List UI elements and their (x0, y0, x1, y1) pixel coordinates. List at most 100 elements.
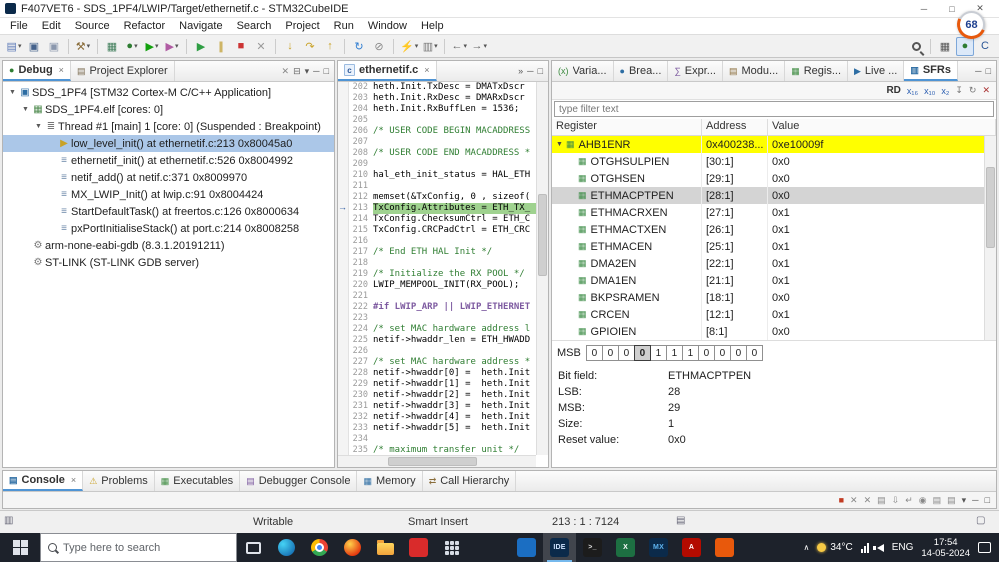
step-return-icon[interactable]: ↑ (321, 37, 339, 56)
tab-overflow-icon[interactable]: » (518, 66, 523, 76)
view-tab-regis[interactable]: ▦ Regis... (785, 61, 848, 81)
register-row-ahb1enr[interactable]: ▼ ▦ AHB1ENR 0x400238... 0xe10009f (552, 136, 996, 153)
menu-source[interactable]: Source (68, 19, 117, 33)
taskbar-search[interactable] (40, 533, 237, 562)
code-line[interactable]: 228 netif->hwaddr[0] = heth.Init (349, 368, 536, 379)
expander-icon[interactable]: ▼ (556, 141, 566, 148)
open-perspective-icon[interactable]: ▦ (936, 37, 954, 56)
register-row-otghsen[interactable]: ▦ OTGHSEN [29:1] 0x0 (552, 170, 996, 187)
close-tab-icon[interactable]: × (59, 65, 64, 75)
debug-tree-row[interactable]: ≡ netif_add() at netif.c:371 0x8009970 (3, 169, 334, 186)
remove-all-launches-icon[interactable]: ✕ (864, 495, 872, 506)
column-header-value[interactable]: Value (768, 119, 996, 135)
debug-perspective-icon[interactable]: ● (956, 36, 974, 56)
restart-icon[interactable]: ↻ (350, 37, 368, 56)
minimize-view-icon[interactable]: ─ (975, 66, 981, 76)
code-line[interactable]: 220 LWIP_MEMPOOL_INIT(RX_POOL); (349, 280, 536, 291)
code-line[interactable]: 235 /* maximum transfer unit */ (349, 445, 536, 455)
code-line[interactable]: 221 (349, 291, 536, 302)
terminate-console-icon[interactable]: ■ (839, 495, 844, 505)
coverage-icon[interactable]: ▥ ▾ (421, 37, 439, 56)
debug-tree-row[interactable]: ≡ pxPortInitialiseStack() at port.c:214 0… (3, 220, 334, 237)
code-line[interactable]: 213 TxConfig.Attributes = ETH_TX_ (349, 203, 536, 214)
taskbar-excel-icon[interactable]: X (609, 533, 642, 562)
console-tab-call-hierarchy[interactable]: ⇄ Call Hierarchy (423, 471, 517, 491)
register-row-ethmacrxen[interactable]: ▦ ETHMACRXEN [27:1] 0x1 (552, 204, 996, 221)
bit-cell[interactable]: 1 (665, 345, 683, 361)
close-tab-icon[interactable]: × (424, 65, 429, 75)
code-line[interactable]: 226 (349, 346, 536, 357)
taskbar-edge-icon[interactable] (270, 533, 303, 562)
expander-icon[interactable]: ▼ (33, 123, 44, 130)
debug-tree-row[interactable]: ≡ MX_LWIP_Init() at lwip.c:91 0x8004424 (3, 186, 334, 203)
network-icon[interactable] (860, 542, 869, 553)
debug-tree-row[interactable]: ▼ ▦ SDS_1PF4.elf [cores: 0] (3, 101, 334, 118)
code-line[interactable]: 219 /* Initialize the RX POOL */ (349, 269, 536, 280)
view-tab-modu[interactable]: ▤ Modu... (723, 61, 786, 81)
save-all-icon[interactable]: ▣ (45, 37, 63, 56)
code-line[interactable]: 234 (349, 434, 536, 445)
taskbar-firefox-icon[interactable] (336, 533, 369, 562)
maximize-view-icon[interactable]: □ (324, 66, 329, 76)
volume-icon[interactable] (872, 543, 884, 552)
open-console-icon[interactable]: ▤ (947, 495, 956, 506)
taskbar-terminal-icon[interactable]: >_ (576, 533, 609, 562)
debug-icon[interactable]: ● ▾ (123, 37, 141, 56)
scroll-lock-icon[interactable]: ⇩ (892, 495, 900, 506)
debug-tree-row[interactable]: ≡ ethernetif_init() at ethernetif.c:526 0… (3, 152, 334, 169)
register-row-dma1en[interactable]: ▦ DMA1EN [21:1] 0x1 (552, 272, 996, 289)
code-line[interactable]: 207 (349, 137, 536, 148)
disconnect-icon[interactable]: ✕ (252, 37, 270, 56)
taskbar-stm32cubeide-icon[interactable]: IDE (543, 533, 576, 562)
annotation-ruler[interactable]: → (338, 82, 349, 455)
taskbar-app-grid-icon[interactable] (435, 533, 468, 562)
debug-tab-project-explorer[interactable]: ▤ Project Explorer (71, 61, 175, 81)
taskbar-chrome-icon[interactable] (303, 533, 336, 562)
view-tab-brea[interactable]: ● Brea... (614, 61, 669, 81)
code-line[interactable]: 208 /* USER CODE END MACADDRESS * (349, 148, 536, 159)
code-line[interactable]: 216 (349, 236, 536, 247)
editor-vscrollbar[interactable] (536, 82, 548, 455)
new-wizard-icon[interactable]: ▤ ▾ (5, 37, 23, 56)
code-line[interactable]: 222 #if LWIP_ARP || LWIP_ETHERNET (349, 302, 536, 313)
display-selected-console-icon[interactable]: ▤ (933, 495, 942, 506)
collapse-all-icon[interactable]: ⊟ (293, 66, 301, 77)
menu-navigate[interactable]: Navigate (172, 19, 229, 33)
maximize-view-icon[interactable]: □ (986, 66, 991, 76)
view-tab-expr[interactable]: ∑ Expr... (668, 61, 723, 81)
bit-cell[interactable]: 0 (713, 345, 731, 361)
refresh-sfr-icon[interactable]: ↻ (969, 85, 977, 96)
skip-all-breakpoints-icon[interactable]: ⊘ (370, 37, 388, 56)
menu-project[interactable]: Project (278, 19, 326, 33)
code-line[interactable]: 209 (349, 159, 536, 170)
run-icon[interactable]: ▶ ▾ (143, 37, 161, 56)
console-tab-debugger-console[interactable]: ▤ Debugger Console (240, 471, 358, 491)
close-tab-icon[interactable]: × (71, 475, 76, 485)
minimize-console-icon[interactable]: ─ (972, 495, 978, 505)
flash-download-icon[interactable]: ⚡ ▾ (399, 37, 419, 56)
scrollbar-thumb[interactable] (986, 166, 995, 249)
code-line[interactable]: 203 heth.Init.RxDesc = DMARxDscr (349, 93, 536, 104)
remove-launch-icon[interactable]: ✕ (850, 495, 858, 506)
step-into-icon[interactable]: ↓ (281, 37, 299, 56)
bit-cell[interactable]: 0 (729, 345, 747, 361)
code-line[interactable]: 225 netif->hwaddr_len = ETH_HWADD (349, 335, 536, 346)
code-area[interactable]: 202 heth.Init.TxDesc = DMATxDscr 203 heth.I… (349, 82, 536, 455)
build-icon[interactable]: ⚒ ▾ (74, 37, 92, 56)
clear-console-icon[interactable]: ▤ (877, 495, 886, 506)
pin-console-icon[interactable]: ◉ (919, 495, 927, 506)
code-line[interactable]: 212 memset(&TxConfig, 0 , sizeof( (349, 192, 536, 203)
view-tab-varia[interactable]: (x) Varia... (552, 61, 614, 81)
console-tab-executables[interactable]: ▦ Executables (155, 471, 241, 491)
debug-tab-debug[interactable]: ● Debug × (3, 61, 71, 81)
bit-cell[interactable]: 1 (681, 345, 699, 361)
language-indicator[interactable]: ENG (892, 542, 914, 553)
code-line[interactable]: 223 (349, 313, 536, 324)
action-center-icon[interactable] (978, 542, 991, 553)
background-tasks-icon[interactable]: ▢ (976, 515, 985, 526)
taskbar-putty-icon[interactable] (510, 533, 543, 562)
maximize-editor-icon[interactable]: □ (538, 66, 543, 76)
register-row-ethmacen[interactable]: ▦ ETHMACEN [25:1] 0x1 (552, 238, 996, 255)
menu-file[interactable]: File (3, 19, 35, 33)
register-row-crcen[interactable]: ▦ CRCEN [12:1] 0x1 (552, 306, 996, 323)
